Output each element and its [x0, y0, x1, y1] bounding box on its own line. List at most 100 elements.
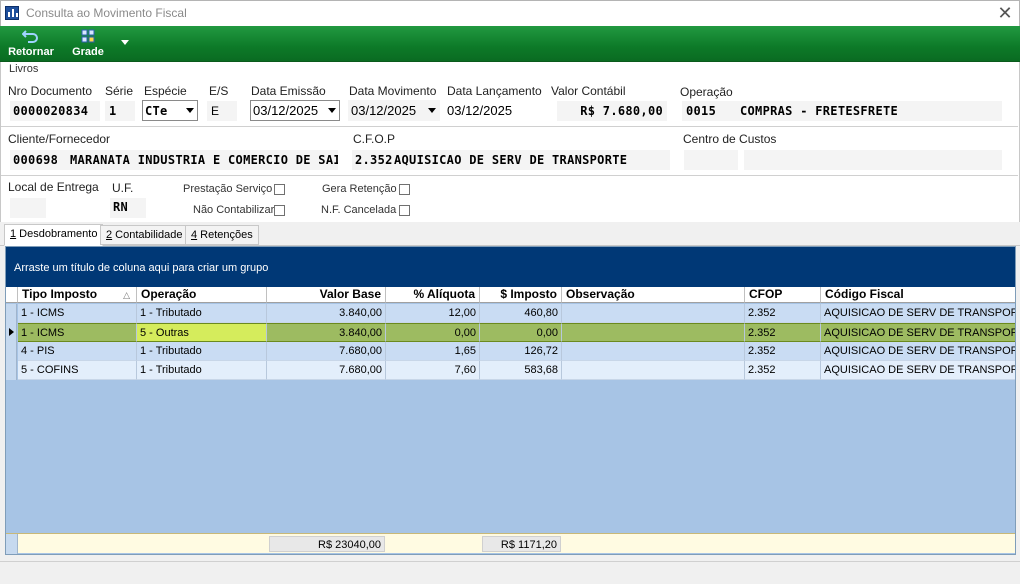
cfop-description: AQUISICAO DE SERV DE TRANSPORTE [394, 153, 628, 167]
panel-legend: Livros [8, 63, 40, 75]
cell-imposto[interactable]: 583,68 [480, 361, 562, 380]
cell-codigo-fiscal[interactable]: AQUISICAO DE SERV DE TRANSPORTE [821, 361, 1015, 380]
cell-valor-base[interactable]: 3.840,00 [267, 304, 386, 323]
column-header-cfop[interactable]: CFOP [745, 287, 821, 303]
cell-operacao[interactable]: 1 - Tributado [137, 361, 267, 380]
cell-aliquota[interactable]: 1,65 [386, 342, 480, 361]
total-imposto: R$ 1171,20 [482, 536, 561, 552]
cell-valor-base[interactable]: 7.680,00 [267, 361, 386, 380]
cell-cfop[interactable]: 2.352 [745, 361, 821, 380]
nro-documento-value: 0000020834 [13, 104, 89, 118]
cell-observacao[interactable] [562, 342, 745, 361]
cell-cfop[interactable]: 2.352 [745, 304, 821, 323]
footer-indicator [6, 534, 18, 554]
cell-tipo-imposto[interactable]: 5 - COFINS [18, 361, 137, 380]
chevron-down-icon [428, 108, 436, 113]
cliente-code: 000698 [13, 153, 57, 167]
cell-operacao[interactable]: 5 - Outras [137, 323, 267, 342]
row-indicator-header [6, 287, 18, 303]
local-entrega-field[interactable] [10, 198, 46, 218]
valor-contabil-label: Valor Contábil [551, 84, 626, 98]
column-header-imposto[interactable]: $ Imposto [480, 287, 562, 303]
prestacao-servico-checkbox[interactable] [274, 184, 285, 195]
serie-label: Série [105, 84, 134, 98]
tab-desdobramento[interactable]: 1 Desdobramento [4, 224, 104, 246]
table-row[interactable]: 1 - ICMS 1 - Tributado 3.840,00 12,00 460,80… [6, 304, 1015, 323]
cell-tipo-imposto[interactable]: 1 - ICMS [18, 304, 137, 323]
cell-cfop[interactable]: 2.352 [745, 323, 821, 342]
toolbar-dropdown-icon[interactable] [121, 40, 129, 46]
cell-observacao[interactable] [562, 361, 745, 380]
row-indicator[interactable] [6, 304, 17, 323]
cell-aliquota[interactable]: 7,60 [386, 361, 480, 380]
table-row[interactable]: 5 - COFINS 1 - Tributado 7.680,00 7,60 583,6… [6, 361, 1015, 380]
cell-aliquota[interactable]: 12,00 [386, 304, 480, 323]
table-row[interactable]: 4 - PIS 1 - Tributado 7.680,00 1,65 126,72 2.… [6, 342, 1015, 361]
column-header-valor-base[interactable]: Valor Base [267, 287, 386, 303]
cell-operacao[interactable]: 1 - Tributado [137, 342, 267, 361]
row-indicator[interactable] [6, 323, 17, 342]
nro-documento-label: Nro Documento [8, 84, 93, 98]
group-by-panel[interactable]: Arraste um título de coluna aqui para cr… [6, 247, 1015, 287]
status-bar [0, 561, 1020, 584]
grid-button-label: Grade [72, 46, 104, 58]
row-indicator[interactable] [6, 342, 17, 361]
chevron-down-icon [186, 108, 194, 113]
sort-ascending-icon: △ [123, 290, 130, 300]
column-header-codigo-fiscal[interactable]: Código Fiscal [821, 287, 1015, 303]
cell-tipo-imposto[interactable]: 4 - PIS [18, 342, 137, 361]
column-header-observacao[interactable]: Observação [562, 287, 745, 303]
nao-contabilizar-checkbox[interactable] [274, 205, 285, 216]
cell-imposto[interactable]: 0,00 [480, 323, 562, 342]
tax-grid: Arraste um título de coluna aqui para cr… [5, 246, 1016, 555]
valor-contabil-value: R$ 7.680,00 [580, 104, 663, 118]
cell-observacao[interactable] [562, 323, 745, 342]
row-indicator[interactable] [6, 361, 17, 380]
cliente-label: Cliente/Fornecedor [8, 132, 111, 146]
divider [1, 175, 1018, 176]
especie-label: Espécie [144, 84, 187, 98]
nf-cancelada-checkbox[interactable] [399, 205, 410, 216]
data-emissao-value: 03/12/2025 [253, 103, 319, 118]
column-header-tipo-imposto[interactable]: Tipo Imposto △ [18, 287, 137, 303]
data-movimento-value: 03/12/2025 [351, 103, 417, 118]
centro-custos-field[interactable] [744, 150, 1002, 170]
cell-valor-base[interactable]: 7.680,00 [267, 342, 386, 361]
es-label: E/S [209, 84, 229, 98]
prestacao-servico-label: Prestação Serviço [183, 183, 273, 195]
cell-cfop[interactable]: 2.352 [745, 342, 821, 361]
operacao-label: Operação [680, 85, 733, 99]
data-lancamento-label: Data Lançamento [447, 84, 542, 98]
cell-imposto[interactable]: 126,72 [480, 342, 562, 361]
column-header-aliquota[interactable]: % Alíquota [386, 287, 480, 303]
tab-contabilidade[interactable]: 2 Contabilidade [100, 225, 189, 245]
cell-operacao[interactable]: 1 - Tributado [137, 304, 267, 323]
column-header-operacao[interactable]: Operação [137, 287, 267, 303]
toolbar [0, 26, 1020, 62]
back-button-label: Retornar [8, 46, 54, 58]
cell-codigo-fiscal[interactable]: AQUISICAO DE SERV DE TRANSPORTE [821, 304, 1015, 323]
cell-codigo-fiscal[interactable]: AQUISICAO DE SERV DE TRANSPORTE [821, 342, 1015, 361]
current-row-arrow-icon [9, 328, 14, 336]
local-entrega-label: Local de Entrega [8, 180, 99, 194]
table-row[interactable]: 1 - ICMS 5 - Outras 3.840,00 0,00 0,00 2.352 A… [6, 323, 1015, 342]
tab-retencoes[interactable]: 4 Retenções [185, 225, 259, 245]
back-button[interactable]: Retornar [4, 26, 58, 62]
grid-button[interactable]: Grade [66, 26, 110, 62]
cell-codigo-fiscal[interactable]: AQUISICAO DE SERV DE TRANSPORTE [821, 323, 1015, 342]
data-emissao-label: Data Emissão [251, 84, 326, 98]
data-lancamento-value: 03/12/2025 [447, 103, 513, 118]
window-title: Consulta ao Movimento Fiscal [26, 6, 187, 20]
cell-valor-base[interactable]: 3.840,00 [267, 323, 386, 342]
cell-observacao[interactable] [562, 304, 745, 323]
cfop-code: 2.352 [355, 153, 393, 167]
cell-aliquota[interactable]: 0,00 [386, 323, 480, 342]
cell-tipo-imposto[interactable]: 1 - ICMS [18, 323, 137, 342]
gera-retencao-checkbox[interactable] [399, 184, 410, 195]
divider [1, 126, 1018, 127]
centro-custos-label: Centro de Custos [683, 132, 777, 146]
close-icon[interactable]: ✕ [990, 0, 1020, 26]
data-movimento-label: Data Movimento [349, 84, 437, 98]
cell-imposto[interactable]: 460,80 [480, 304, 562, 323]
centro-custos-code-field[interactable] [684, 150, 738, 170]
